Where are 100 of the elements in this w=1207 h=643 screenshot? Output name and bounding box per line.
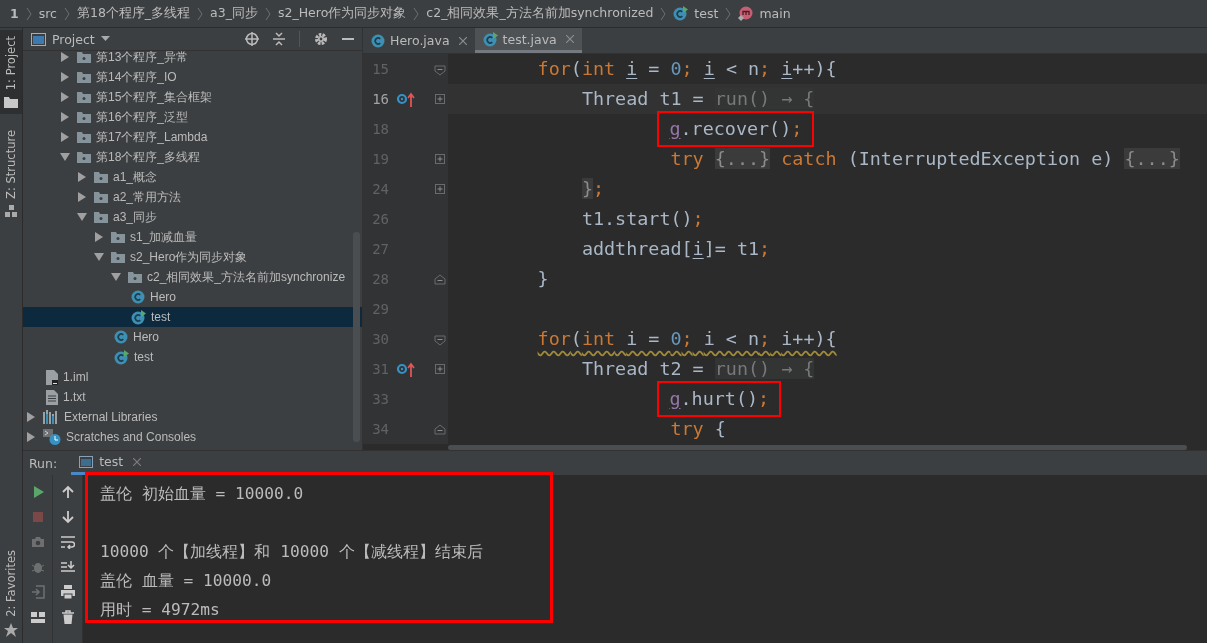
separator-icon [63,6,70,21]
structure-icon [5,205,17,218]
text-file-icon [46,389,58,405]
breadcrumb-item[interactable]: s2_Hero作为同步对象 [278,5,407,22]
runnable-class-icon [114,349,129,365]
folder-icon [111,251,125,263]
folder-icon [77,91,91,103]
trash-icon[interactable] [60,610,75,624]
console-line: 10000 个【加线程】和 10000 个【减线程】结束后 [100,541,484,563]
code-line: for(int i = 0; i < n; i++){ [537,327,837,351]
scroll-to-end-icon[interactable] [60,560,75,574]
scratches-icon [43,429,61,445]
scrollbar[interactable] [353,232,360,442]
libraries-icon [43,410,59,424]
code-line: Thread t1 = run() → { [581,87,815,111]
folder-icon [77,111,91,123]
code-line: Thread t2 = run() → { [581,357,815,381]
module-file-icon [46,369,58,385]
tree-item[interactable]: a3_同步 [23,207,362,227]
dropdown-caret-icon [100,36,110,42]
code-line: } [537,267,549,291]
runnable-class-icon [131,309,146,325]
tree-item[interactable]: c2_相同效果_方法名前加synchronize [23,267,362,287]
separator-icon [660,6,667,21]
editor-tab[interactable]: Hero.java [363,28,475,53]
tree-item[interactable]: Scratches and Consoles [23,427,362,447]
class-icon [114,330,128,344]
down-arrow-icon[interactable] [60,510,75,524]
console-line: 盖伦 初始血量 = 10000.0 [100,483,305,505]
code-line: for(int i = 0; i < n; i++){ [537,57,837,81]
up-arrow-icon[interactable] [60,485,75,499]
panel-icon [31,32,46,46]
breadcrumb-item[interactable]: 第18个程序_多线程 [76,5,191,22]
tree-item[interactable]: 第14个程序_IO [23,67,362,87]
breadcrumb-item[interactable]: test [694,6,719,21]
folder-icon [77,151,91,163]
code-line: t1.start(); [581,207,704,231]
breadcrumb-item[interactable]: a3_同步 [210,5,258,22]
tree-item[interactable]: 第16个程序_泛型 [23,107,362,127]
tree-item[interactable]: 第18个程序_多线程 [23,147,362,167]
tree-item[interactable]: 1.txt [23,387,362,407]
separator-icon [725,6,732,21]
close-icon [133,457,142,466]
layout-icon[interactable] [30,610,45,624]
soft-wrap-icon[interactable] [60,535,75,549]
separator-icon [25,6,32,21]
tool-window-tab[interactable]: 1: Project [0,30,22,115]
separator-icon [197,6,204,21]
breadcrumb-item[interactable]: c2_相同效果_方法名前加synchronized [426,5,654,22]
tree-item[interactable]: Hero [23,327,362,347]
tree-item[interactable]: a1_概念 [23,167,362,187]
breadcrumb-item[interactable]: src [38,6,57,21]
tree-item[interactable]: 1.iml [23,367,362,387]
panel-title[interactable]: Project [52,31,95,47]
tool-window-tab[interactable]: 2: Favorites [0,544,22,643]
code-line: addthread[i]= t1; [581,237,771,261]
collapse-icon [273,32,285,46]
tree-item[interactable]: test [23,307,362,327]
tree-item[interactable]: External Libraries [23,407,362,427]
tree-item[interactable]: 第13个程序_异常 [23,51,362,67]
separator-icon [413,6,420,21]
editor-tab[interactable]: test.java [474,28,582,53]
tree-item[interactable]: s1_加减血量 [23,227,362,247]
tree-item[interactable]: Hero [23,287,362,307]
settings-icon [314,32,328,46]
runnable-class-icon [482,31,498,47]
tree-item[interactable]: 第15个程序_集合框架 [23,87,362,107]
tree-item[interactable]: 第17个程序_Lambda [23,127,362,147]
tree-item[interactable]: test [23,347,362,367]
highlighted-code: g.hurt(); [659,383,780,415]
tree-item[interactable]: s2_Hero作为同步对象 [23,247,362,267]
separator-icon [265,6,271,21]
folder-icon [77,71,91,83]
locate-icon [245,32,259,46]
folder-icon [94,211,108,223]
line-number: 16 [371,91,389,107]
folder-icon [94,191,108,203]
tree-item[interactable]: a2_常用方法 [23,187,362,207]
code-line: }; [581,177,605,201]
code-line: try {...} catch (InterruptedException e) {...} [670,147,1180,171]
folder-icon [94,171,108,183]
console-icon [79,455,94,468]
runnable-class-icon [673,6,689,21]
breadcrumb-item[interactable]: 1 [10,6,19,21]
scrollbar[interactable] [448,445,1187,450]
print-icon[interactable] [60,585,75,599]
console-line: 盖伦 血量 = 10000.0 [100,570,273,592]
close-icon [565,35,574,43]
close-icon [458,36,467,45]
class-icon [371,33,385,48]
method-icon [738,6,754,21]
breadcrumb-item[interactable]: main [759,6,791,21]
folder-icon [128,271,142,283]
class-icon [131,290,145,304]
panel-label: Run: [29,455,58,471]
folder-icon [4,96,18,109]
highlighted-code: g.recover(); [659,113,813,145]
tool-window-tab[interactable]: Z: Structure [0,124,22,224]
console-line: 用时 = 4972ms [100,599,221,621]
star-icon [4,623,18,637]
